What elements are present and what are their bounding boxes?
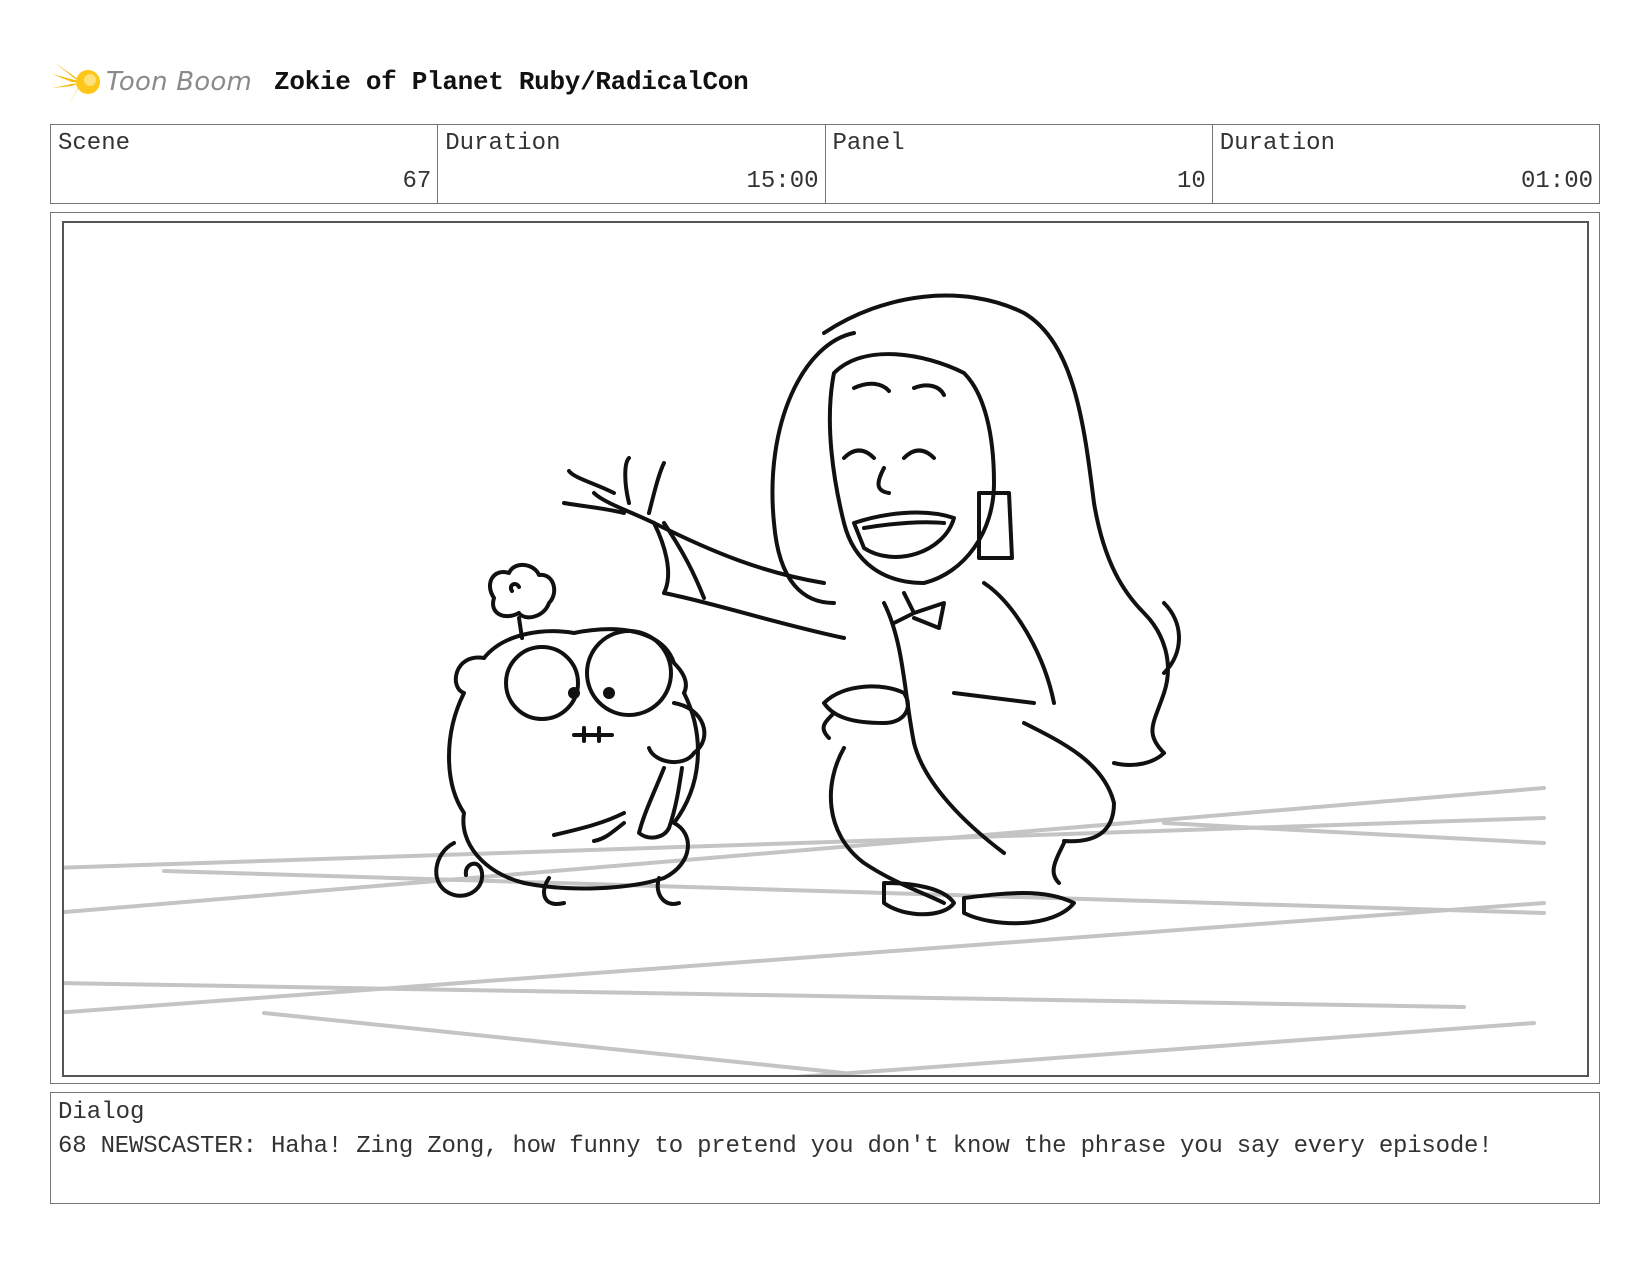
project-title: Zokie of Planet Ruby/RadicalCon (274, 67, 749, 97)
toon-boom-logo: Toon Boom (52, 58, 252, 106)
panel-duration-label: Duration (1219, 130, 1335, 157)
scene-info-table: Scene 67 Duration 15:00 Panel 10 Duratio… (50, 124, 1600, 204)
panel-duration-cell: Duration 01:00 (1213, 125, 1599, 203)
zokie-character (434, 563, 707, 906)
dialog-box: Dialog 68 NEWSCASTER: Haha! Zing Zong, h… (50, 1092, 1600, 1204)
dialog-text: 68 NEWSCASTER: Haha! Zing Zong, how funn… (58, 1133, 1493, 1160)
panel-value: 10 (1176, 168, 1206, 195)
starburst-logo-icon (52, 58, 100, 106)
logo-wordmark: Toon Boom (106, 67, 253, 97)
panel-label: Panel (832, 130, 905, 157)
scene-duration-cell: Duration 15:00 (438, 125, 826, 203)
dialog-label: Dialog (58, 1099, 145, 1126)
panel-cell: Panel 10 (826, 125, 1213, 203)
newscaster-character (562, 293, 1181, 926)
floor-lines (64, 786, 1546, 1075)
scene-value: 67 (402, 168, 432, 195)
scene-duration-label: Duration (445, 130, 561, 157)
scene-duration-value: 15:00 (746, 168, 819, 195)
scene-cell: Scene 67 (51, 125, 439, 203)
panel-duration-value: 01:00 (1520, 168, 1593, 195)
storyboard-header: Toon Boom Zokie of Planet Ruby/RadicalCo… (52, 52, 749, 112)
panel-image (62, 221, 1589, 1077)
scene-label: Scene (58, 130, 131, 157)
storyboard-sketch-image (64, 293, 1546, 1075)
